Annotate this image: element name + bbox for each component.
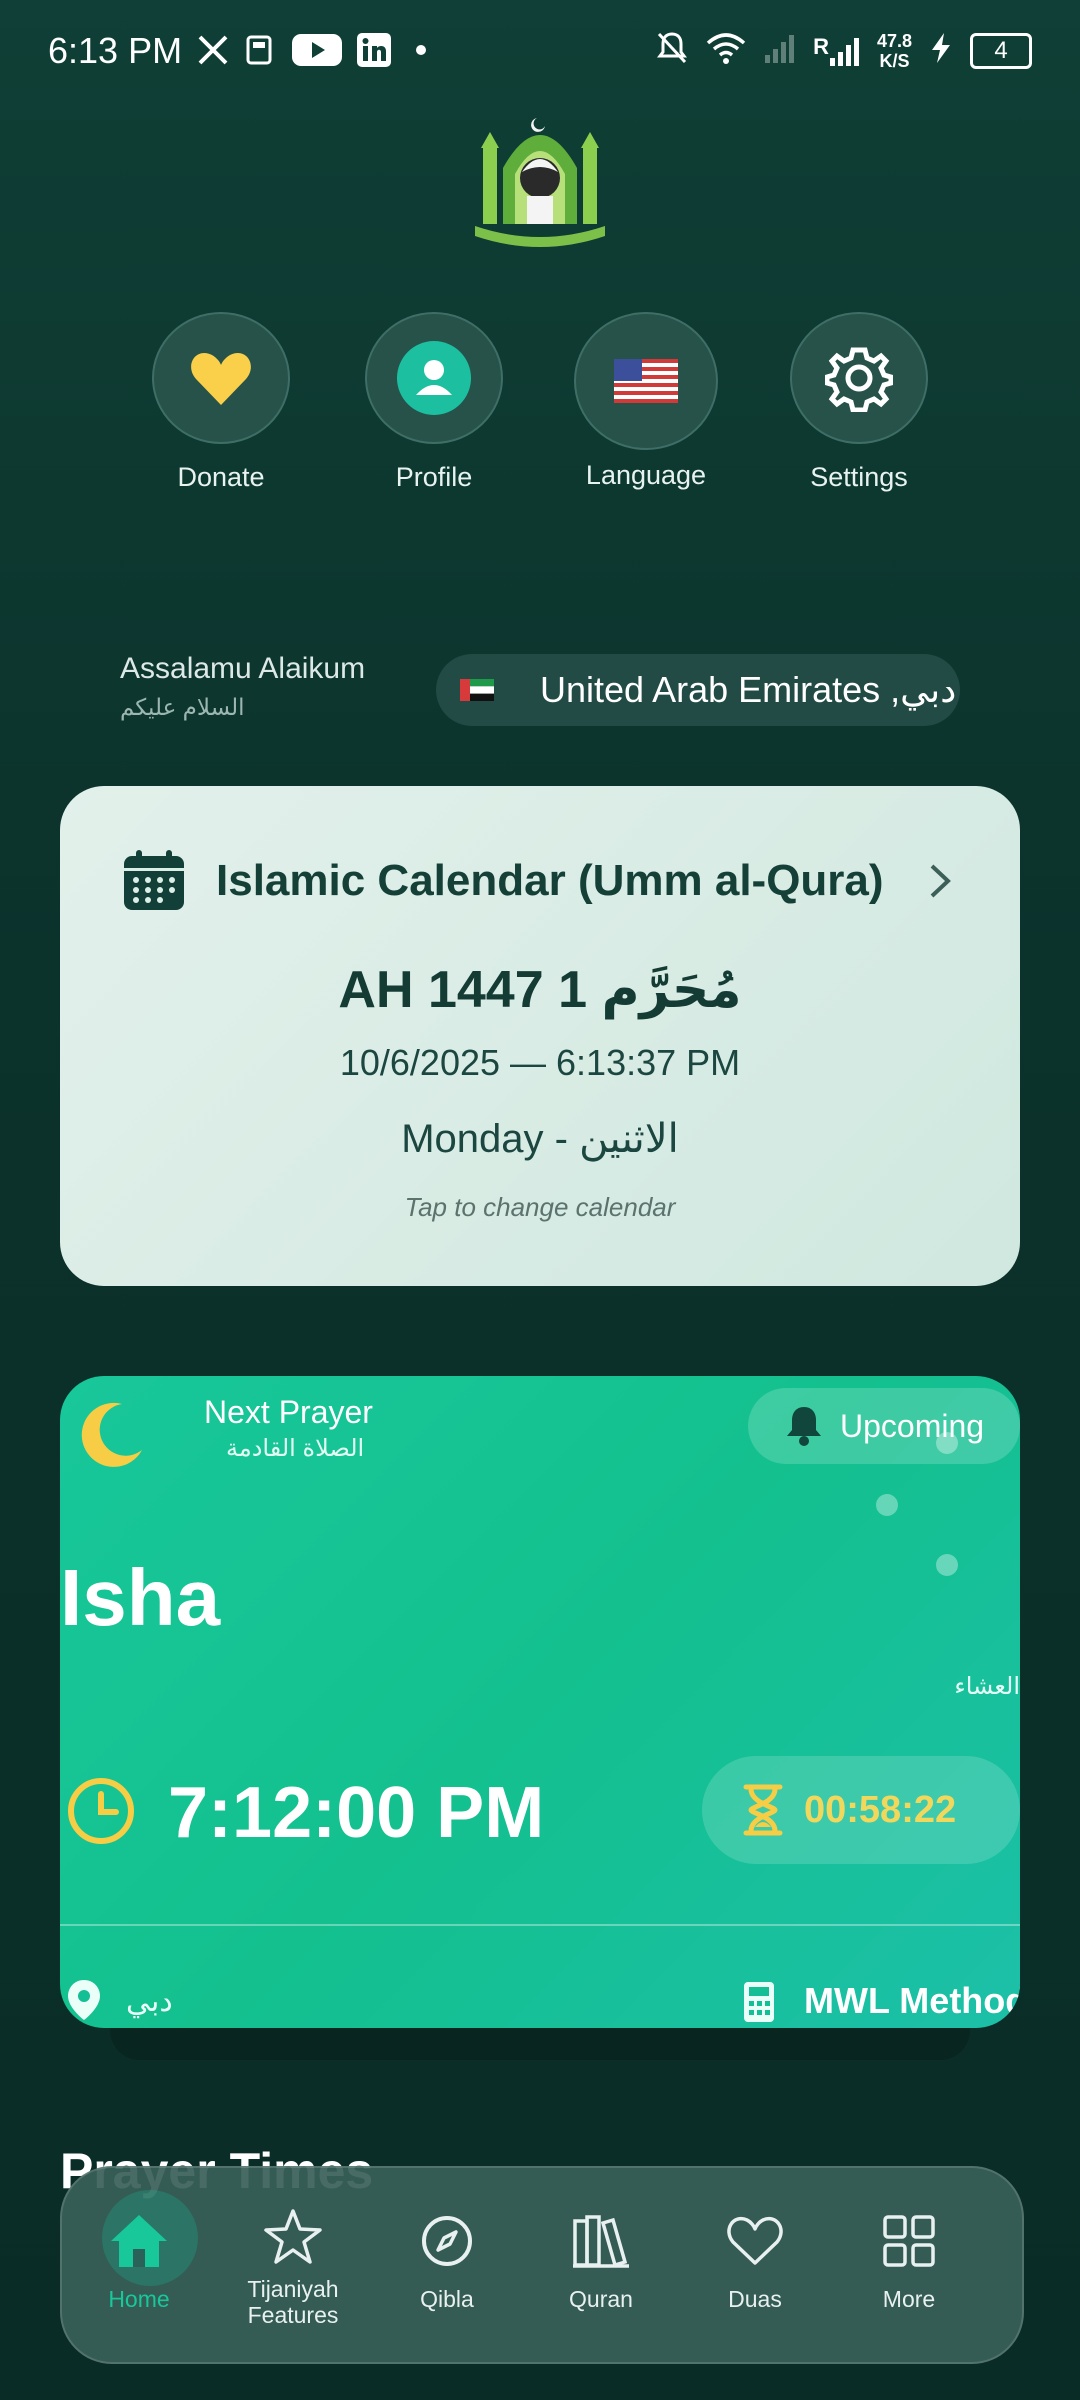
notification-icons (196, 32, 436, 68)
weekday: Monday - الاثنين (401, 1117, 679, 1161)
next-prayer-label-arabic: الصلاة القادمة (226, 1435, 365, 1462)
battery-indicator: 4 (970, 32, 1032, 69)
islamic-calendar-card[interactable]: Islamic Calendar (Umm al-Qura) AH 1447 م… (60, 786, 1020, 1286)
greeting-english: Assalamu Alaikum (120, 652, 366, 685)
news-app-icon (244, 33, 278, 67)
hourglass-icon (742, 1783, 784, 1837)
donate-label: Donate (177, 462, 265, 492)
donate-button[interactable]: Donate (136, 312, 306, 493)
decor-dot (936, 1432, 958, 1454)
location-selector[interactable]: United Arab Emirates ,دبي (436, 654, 960, 726)
decor-dot (876, 1494, 898, 1516)
heart-icon (191, 353, 251, 405)
mute-bell-icon (655, 30, 689, 71)
nav-qibla-label: Qibla (420, 2286, 474, 2312)
settings-label: Settings (810, 462, 908, 492)
countdown-text: 00:58:22 (804, 1788, 957, 1831)
network-speed: 47.8 K/S (877, 31, 912, 71)
nav-more-label: More (882, 2286, 936, 2312)
bottom-navigation: Home Tijaniyah Features Qibla Quran Duas… (60, 2166, 1024, 2364)
prayer-time: 7:12:00 PM (168, 1773, 545, 1853)
youtube-icon (292, 32, 342, 68)
app-logo (465, 108, 615, 248)
linkedin-icon (356, 32, 392, 68)
profile-circle[interactable] (365, 312, 503, 444)
wifi-icon (705, 31, 747, 70)
nav-qibla[interactable]: Qibla (370, 2168, 524, 2362)
us-flag-icon (614, 359, 678, 403)
user-icon (397, 341, 471, 415)
calculator-icon (742, 1980, 776, 2028)
heart-outline-icon (727, 2208, 783, 2274)
gear-icon (825, 347, 893, 412)
network-speed-unit: K/S (879, 50, 910, 71)
status-time: 6:13 PM (48, 30, 183, 71)
card-divider (60, 1924, 1020, 1926)
prayer-name-arabic: العشاء (954, 1673, 1020, 1700)
clock-icon (66, 1776, 136, 1851)
system-indicators: R 47.8 K/S 4 (655, 30, 1032, 71)
profile-label: Profile (395, 462, 473, 492)
upcoming-text: Upcoming (840, 1407, 985, 1444)
calendar-hint: Tap to change calendar (404, 1192, 676, 1222)
nav-more[interactable]: More (832, 2168, 986, 2362)
x-app-icon (196, 33, 230, 67)
language-button[interactable]: Language (561, 312, 731, 491)
calculation-method: MWL Method (804, 1980, 1020, 2021)
more-notifications-dot (406, 35, 436, 65)
nav-duas[interactable]: Duas (678, 2168, 832, 2362)
roaming-label: R (813, 33, 829, 59)
nav-home-label: Home (108, 2286, 170, 2312)
uae-flag-icon (460, 679, 494, 701)
nav-duas-label: Duas (728, 2286, 782, 2312)
nav-tijaniyah[interactable]: Tijaniyah Features (216, 2168, 370, 2362)
next-prayer-card[interactable]: Next Prayer الصلاة القادمة Upcoming Isha… (60, 1376, 1020, 2028)
prayer-name: Isha (60, 1553, 221, 1642)
greeting-arabic: السلام عليكم (120, 694, 245, 720)
nav-quran-label: Quran (569, 2286, 633, 2312)
signal-icon: R (813, 34, 861, 68)
signal-weak-icon (763, 31, 797, 70)
crescent-moon-icon (76, 1398, 148, 1475)
gregorian-datetime: 10/6/2025 — 6:13:37 PM (339, 1042, 741, 1083)
star-icon (263, 2204, 323, 2270)
language-label: Language (585, 460, 707, 490)
countdown-badge: 00:58:22 (702, 1756, 1020, 1864)
charging-icon (928, 31, 954, 70)
network-speed-value: 47.8 (876, 30, 912, 51)
nav-quran[interactable]: Quran (524, 2168, 678, 2362)
location-pin-icon (66, 1978, 102, 2027)
donate-circle[interactable] (152, 312, 290, 444)
decor-dot (936, 1554, 958, 1576)
status-bar: 6:13 PM R 47.8 K/S 4 (0, 0, 1080, 110)
upcoming-badge: Upcoming (748, 1388, 1020, 1464)
bell-icon (784, 1405, 824, 1447)
grid-icon (881, 2208, 937, 2274)
profile-button[interactable]: Profile (349, 312, 519, 493)
hijri-date: AH 1447 مُحَرَّم 1 (338, 961, 742, 1019)
location-text: United Arab Emirates ,دبي (540, 669, 957, 710)
next-prayer-label: Next Prayer (204, 1394, 373, 1430)
calendar-title: Islamic Calendar (Umm al-Qura) (216, 856, 884, 905)
home-icon (109, 2208, 169, 2274)
city-name: دبي (126, 1985, 173, 2018)
compass-icon (420, 2208, 474, 2274)
nav-tijaniyah-label: Tijaniyah Features (247, 2276, 339, 2328)
books-icon (571, 2208, 631, 2274)
chevron-right-icon[interactable] (928, 862, 954, 905)
calendar-icon (122, 848, 186, 912)
language-circle[interactable] (574, 312, 718, 450)
settings-circle[interactable] (790, 312, 928, 444)
settings-button[interactable]: Settings (774, 312, 944, 493)
nav-home[interactable]: Home (62, 2168, 216, 2362)
